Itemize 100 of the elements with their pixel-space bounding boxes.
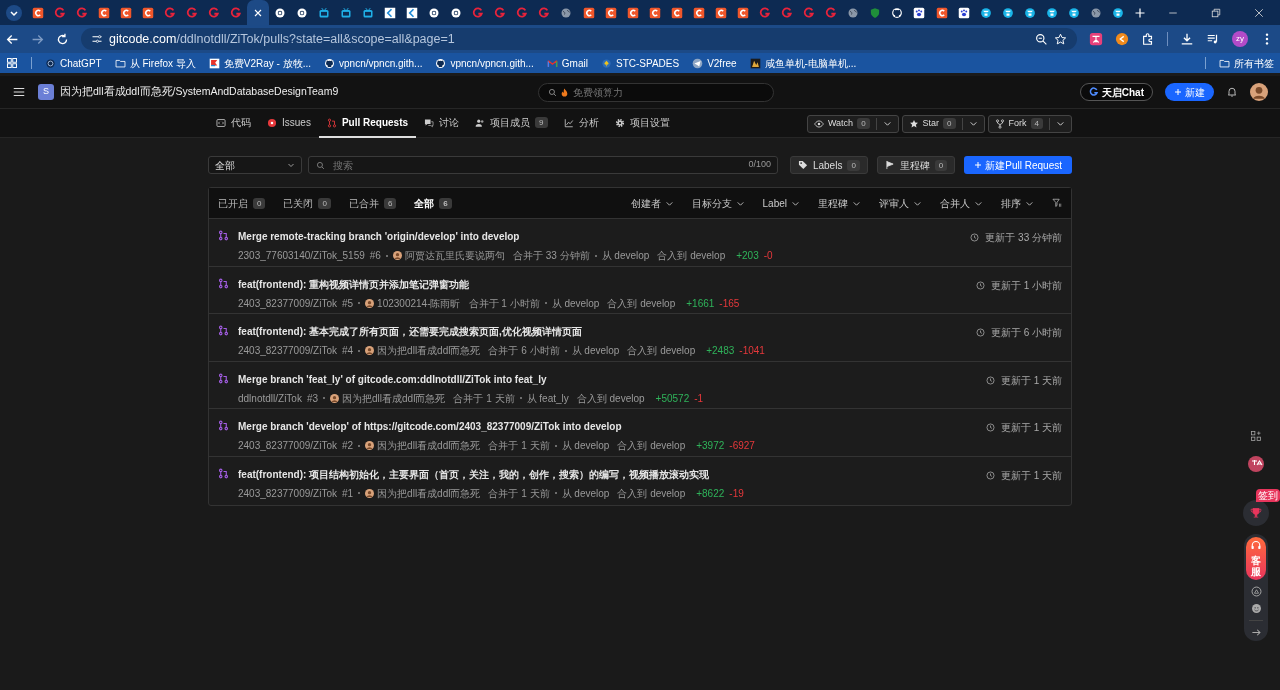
translate-icon[interactable] bbox=[1089, 32, 1103, 46]
qr-add-icon[interactable] bbox=[1250, 430, 1262, 442]
arrow-right-icon[interactable] bbox=[1250, 627, 1262, 638]
bookmark-link[interactable]: vpncn/vpncn.gith... bbox=[324, 55, 423, 71]
author-name: 阿贾达瓦里氏要说两句 bbox=[404, 249, 505, 263]
arc-logo-icon bbox=[825, 6, 838, 19]
download-icon[interactable] bbox=[1180, 32, 1194, 46]
profile-avatar[interactable]: zy bbox=[1232, 31, 1248, 47]
scope-dropdown[interactable]: 全部 bbox=[208, 156, 302, 174]
filter-dropdown[interactable]: 评审人 bbox=[879, 195, 922, 211]
bookmark-link[interactable]: 免费V2Ray - 放牧... bbox=[208, 55, 312, 71]
repo-tab[interactable]: Issues bbox=[259, 109, 319, 138]
repo-tab[interactable]: 代码 bbox=[208, 109, 259, 138]
pull-request-title[interactable]: Merge branch 'feat_ly' of gitcode.com:ddlnotdll/ZiTok into feat_ly bbox=[238, 371, 986, 387]
additions-count: +2483 bbox=[706, 344, 735, 359]
repo-path-link[interactable]: 因为把dll看成ddl而急死/SystemAndDatabaseDesignTeam9 bbox=[60, 84, 339, 100]
author-avatar bbox=[365, 298, 375, 308]
checkin-badge[interactable]: 签到 bbox=[1256, 489, 1280, 502]
back-icon[interactable] bbox=[6, 32, 19, 46]
bookmark-link[interactable]: vpncn/vpncn.gith... bbox=[435, 55, 534, 71]
repo-tab[interactable]: Pull Requests bbox=[318, 109, 417, 138]
filter-dropdown[interactable]: Label bbox=[762, 195, 800, 211]
smiley-icon[interactable] bbox=[1250, 603, 1262, 614]
deletions-count: -165 bbox=[719, 296, 740, 311]
fork-icon bbox=[994, 118, 1005, 129]
updated-time: 更新于 1 小时前 bbox=[990, 278, 1062, 293]
extension-icon[interactable] bbox=[1115, 32, 1129, 46]
paw-icon bbox=[957, 6, 970, 19]
zoom-icon[interactable] bbox=[1035, 32, 1048, 46]
menu-icon[interactable] bbox=[12, 85, 26, 99]
repo-action-button[interactable]: Fork 4 bbox=[987, 114, 1072, 133]
new-pull-request-button[interactable]: 新建Pull Request bbox=[964, 156, 1072, 174]
paper-plane-icon bbox=[692, 57, 704, 69]
reload-icon[interactable] bbox=[56, 32, 69, 46]
merged-time: 合并于 1 小时前 bbox=[468, 296, 540, 311]
bookmark-link[interactable]: STC-SPADES bbox=[600, 55, 680, 71]
chart-icon bbox=[563, 117, 574, 128]
updated-time: 更新于 1 天前 bbox=[1000, 421, 1062, 436]
feedback-icon[interactable] bbox=[1250, 586, 1262, 597]
trophy-icon bbox=[1250, 507, 1262, 519]
search-field[interactable]: 免费领算力 bbox=[538, 82, 774, 102]
new-button[interactable]: 新建 bbox=[1165, 83, 1214, 101]
filter-dropdown[interactable]: 目标分支 bbox=[691, 195, 745, 211]
pull-request-title[interactable]: feat(frontend): 项目结构初始化，主要界面（首页，关注，我的，创作，搜索）的编写，视频播放滚动实现 bbox=[238, 466, 986, 482]
star-icon[interactable] bbox=[1054, 32, 1067, 46]
arc-logo-icon bbox=[186, 6, 198, 19]
eye-icon bbox=[813, 118, 824, 129]
target-branch: 合入到 develop bbox=[617, 439, 686, 454]
arc-logo-icon bbox=[230, 6, 243, 19]
repo-tab[interactable]: 分析 bbox=[555, 109, 607, 138]
character-counter: 0/100 bbox=[748, 158, 771, 171]
filter-dropdown[interactable]: 里程碑 bbox=[818, 195, 861, 211]
plus-icon bbox=[1174, 88, 1182, 96]
filter-dropdown[interactable]: 合并人 bbox=[940, 195, 983, 211]
repo-tab[interactable]: 讨论 bbox=[416, 109, 468, 138]
pull-request-title[interactable]: Merge remote-tracking branch 'origin/develop' into develop bbox=[238, 229, 971, 244]
pull-request-title[interactable]: Merge branch 'develop' of https://gitcode.com/2403_82377009/ZiTok into develop bbox=[238, 419, 986, 435]
apps-icon[interactable] bbox=[6, 57, 18, 69]
all-bookmarks-link[interactable]: 所有书签 bbox=[1219, 55, 1274, 71]
filter-dropdown[interactable]: 排序 bbox=[1001, 195, 1034, 211]
bookmark-link[interactable]: ChatGPT bbox=[45, 55, 102, 71]
bell-icon[interactable] bbox=[1226, 86, 1238, 98]
user-avatar[interactable] bbox=[1250, 83, 1268, 101]
arc-logo-icon bbox=[208, 6, 221, 19]
labels-button[interactable]: Labels 0 bbox=[789, 156, 868, 174]
url-text: gitcode.com/ddlnotdll/ZiTok/pulls?state=all&scope=all&page=1 bbox=[109, 30, 456, 48]
media-icon[interactable] bbox=[1206, 32, 1220, 46]
bookmark-link[interactable]: 从 Firefox 导入 bbox=[114, 55, 196, 71]
additions-count: +203 bbox=[736, 249, 759, 263]
repo-tab[interactable]: 项目成员 9 bbox=[467, 109, 556, 138]
merged-time: 合并于 1 天前 bbox=[488, 439, 550, 454]
browser-tab[interactable] bbox=[247, 0, 269, 25]
clear-filter-icon[interactable] bbox=[1052, 198, 1062, 208]
chat-button[interactable]: 天启Chat bbox=[1079, 83, 1153, 101]
filter-dropdown[interactable]: 创建者 bbox=[630, 195, 674, 211]
bookmark-link[interactable]: Gmail bbox=[546, 55, 588, 71]
repo-action-button[interactable]: Watch 0 bbox=[806, 114, 899, 133]
pull-request-title[interactable]: feat(frontend): 基本完成了所有页面，还需要完成搜索页面,优化视频详情页面 bbox=[238, 324, 976, 340]
updated-time: 更新于 6 小时前 bbox=[990, 326, 1062, 341]
logo-icon bbox=[97, 6, 110, 19]
repo-action-button[interactable]: Star 0 bbox=[901, 114, 985, 133]
forward-icon[interactable] bbox=[31, 32, 44, 46]
translate-icon[interactable] bbox=[1248, 456, 1264, 472]
state-tab[interactable]: 全部 6 bbox=[414, 195, 452, 211]
milestones-button[interactable]: 里程碑 0 bbox=[876, 156, 956, 174]
bookmark-link[interactable]: 咸鱼单机-电脑单机... bbox=[749, 55, 857, 71]
state-tab[interactable]: 已合并 6 bbox=[348, 195, 397, 211]
chevron-down-icon bbox=[287, 161, 295, 169]
customer-service-button[interactable]: 客服 bbox=[1246, 537, 1266, 580]
state-tab[interactable]: 已开启 0 bbox=[218, 195, 266, 211]
state-tab[interactable]: 已关闭 0 bbox=[283, 195, 331, 211]
settings-icon bbox=[614, 117, 625, 128]
clock-icon bbox=[975, 328, 985, 338]
repo-tab[interactable]: 项目设置 bbox=[606, 109, 678, 138]
address-bar[interactable]: gitcode.com/ddlnotdll/ZiTok/pulls?state=all&scope=all&page=1 bbox=[81, 28, 1077, 50]
logo-icon bbox=[737, 6, 749, 19]
checkin-button[interactable] bbox=[1243, 500, 1269, 526]
pull-request-title[interactable]: feat(frontend): 重构视频详情页并添加笔记弹窗功能 bbox=[238, 276, 976, 292]
bookmark-link[interactable]: V2free bbox=[692, 55, 737, 71]
puzzle-icon[interactable] bbox=[1141, 32, 1155, 46]
